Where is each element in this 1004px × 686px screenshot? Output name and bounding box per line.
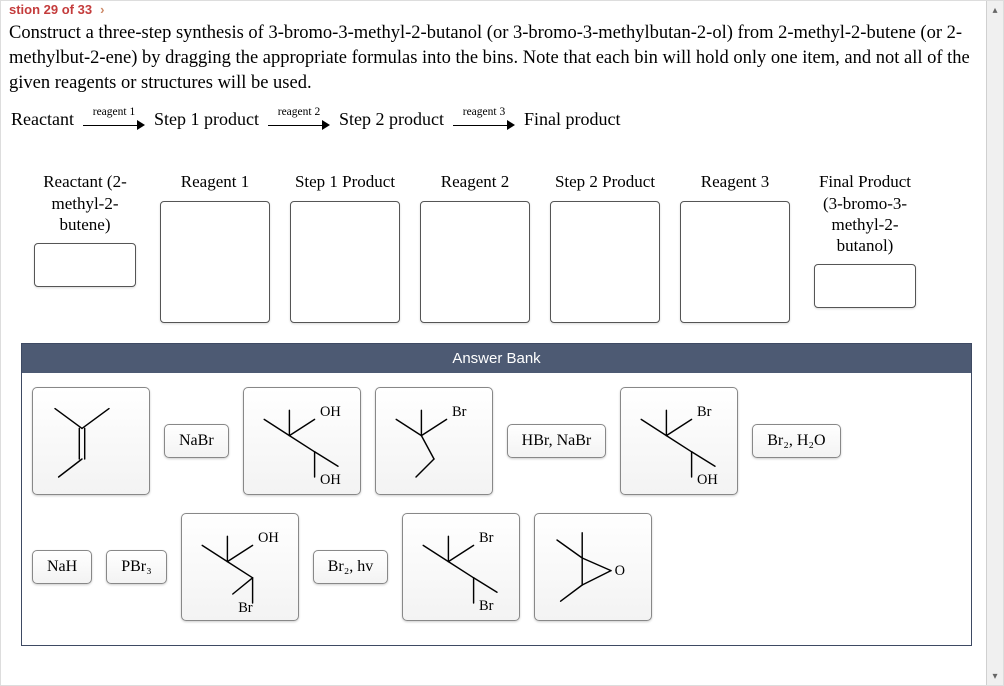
bin-label-line: Final Product — [819, 172, 911, 191]
bin-reagent1: Reagent 1 — [161, 171, 269, 323]
drop-bins-row: Reactant (2- methyl-2- butene) Reagent 1… — [1, 151, 986, 343]
bin-step2-label: Step 2 Product — [555, 171, 655, 193]
tile-br2-h2o[interactable]: Br₂, H₂O — [752, 424, 840, 458]
svg-text:OH: OH — [320, 473, 341, 489]
tile-hydroxy-bromo[interactable]: OH Br — [181, 513, 299, 621]
svg-text:Br: Br — [238, 600, 253, 616]
arrow-3-label: reagent 3 — [463, 107, 505, 119]
tile-nabr[interactable]: NaBr — [164, 424, 229, 458]
tile-bromo-hydroxy[interactable]: Br OH — [620, 387, 738, 495]
structure-icon: Br — [380, 392, 488, 490]
structure-icon: O — [539, 518, 647, 616]
arrow-1: reagent 1 — [80, 107, 148, 132]
scheme-step1-product: Step 1 product — [154, 109, 259, 130]
tile-dibromo[interactable]: Br Br — [402, 513, 520, 621]
reaction-scheme: Reactant reagent 1 Step 1 product reagen… — [1, 107, 986, 152]
bin-reagent2-slot[interactable] — [420, 201, 530, 323]
tile-nah[interactable]: NaH — [32, 550, 92, 584]
bin-label-line: methyl-2- — [831, 215, 898, 234]
bin-reagent3-label: Reagent 3 — [701, 171, 769, 193]
bin-reactant-label: Reactant (2- methyl-2- butene) — [43, 171, 127, 235]
structure-icon — [37, 392, 145, 490]
bin-step1-product: Step 1 Product — [291, 171, 399, 323]
scheme-reactant: Reactant — [11, 109, 74, 130]
bin-final-label: Final Product (3-bromo-3- methyl-2- buta… — [819, 171, 911, 256]
tile-hbr-nabr[interactable]: HBr, NaBr — [507, 424, 607, 458]
answer-bank: Answer Bank — [21, 343, 972, 646]
question-viewport: stion 29 of 33 › Construct a three-step … — [0, 0, 1004, 686]
bin-step1-slot[interactable] — [290, 201, 400, 323]
bin-step2-product: Step 2 Product — [551, 171, 659, 323]
bin-reagent1-label: Reagent 1 — [181, 171, 249, 193]
bin-reagent1-slot[interactable] — [160, 201, 270, 323]
bin-step1-label: Step 1 Product — [295, 171, 395, 193]
breadcrumb: stion 29 of 33 › — [1, 1, 986, 17]
bin-reagent3: Reagent 3 — [681, 171, 789, 323]
svg-text:OH: OH — [258, 530, 279, 546]
bank-row-1: NaBr OH — [32, 387, 961, 495]
scheme-step2-product: Step 2 product — [339, 109, 444, 130]
bin-step2-slot[interactable] — [550, 201, 660, 323]
bin-reagent2: Reagent 2 — [421, 171, 529, 323]
bin-label-line: butene) — [60, 215, 111, 234]
svg-text:Br: Br — [479, 599, 494, 615]
structure-icon: Br OH — [625, 392, 733, 490]
arrow-icon — [268, 119, 330, 131]
svg-text:Br: Br — [697, 404, 712, 420]
answer-bank-title: Answer Bank — [22, 344, 971, 373]
bin-reactant: Reactant (2- methyl-2- butene) — [31, 171, 139, 287]
arrow-2-label: reagent 2 — [278, 107, 320, 119]
structure-icon: OH Br — [186, 518, 294, 616]
svg-text:Br: Br — [452, 404, 467, 420]
answer-bank-body: NaBr OH — [22, 373, 971, 645]
bin-label-line: Reactant (2- — [43, 172, 127, 191]
tile-br2-hv[interactable]: Br₂, hv — [313, 550, 389, 584]
bin-label-line: butanol) — [837, 236, 894, 255]
bank-row-2: NaH PBr₃ — [32, 513, 961, 621]
bin-reagent3-slot[interactable] — [680, 201, 790, 323]
breadcrumb-text: stion 29 of 33 — [9, 2, 92, 17]
tile-epoxide[interactable]: O — [534, 513, 652, 621]
tile-2-methyl-2-butene[interactable] — [32, 387, 150, 495]
bin-reactant-slot[interactable] — [34, 243, 136, 287]
arrow-icon — [83, 119, 145, 131]
bin-final-slot[interactable] — [814, 264, 916, 308]
arrow-3: reagent 3 — [450, 107, 518, 132]
tile-diol-oh-oh[interactable]: OH OH — [243, 387, 361, 495]
tile-pbr3[interactable]: PBr₃ — [106, 550, 166, 584]
svg-text:Br: Br — [479, 530, 494, 546]
scroll-down-arrow-icon[interactable]: ▾ — [987, 667, 1003, 685]
svg-text:OH: OH — [320, 404, 341, 420]
scheme-final-product: Final product — [524, 109, 621, 130]
arrow-2: reagent 2 — [265, 107, 333, 132]
bin-reagent2-label: Reagent 2 — [441, 171, 509, 193]
bin-label-line: (3-bromo-3- — [823, 194, 907, 213]
content-area: stion 29 of 33 › Construct a three-step … — [1, 1, 986, 685]
question-text: Construct a three-step synthesis of 3-br… — [1, 17, 986, 107]
tile-tert-bromo[interactable]: Br — [375, 387, 493, 495]
breadcrumb-chevron-icon: › — [100, 2, 104, 17]
scroll-up-arrow-icon[interactable]: ▴ — [987, 1, 1003, 19]
structure-icon: Br Br — [407, 518, 515, 616]
arrow-icon — [453, 119, 515, 131]
arrow-1-label: reagent 1 — [93, 107, 135, 119]
bin-label-line: methyl-2- — [51, 194, 118, 213]
vertical-scrollbar[interactable]: ▴ ▾ — [986, 1, 1003, 685]
svg-text:OH: OH — [697, 473, 718, 489]
svg-text:O: O — [615, 564, 625, 580]
structure-icon: OH OH — [248, 392, 356, 490]
bin-final-product: Final Product (3-bromo-3- methyl-2- buta… — [811, 171, 919, 308]
